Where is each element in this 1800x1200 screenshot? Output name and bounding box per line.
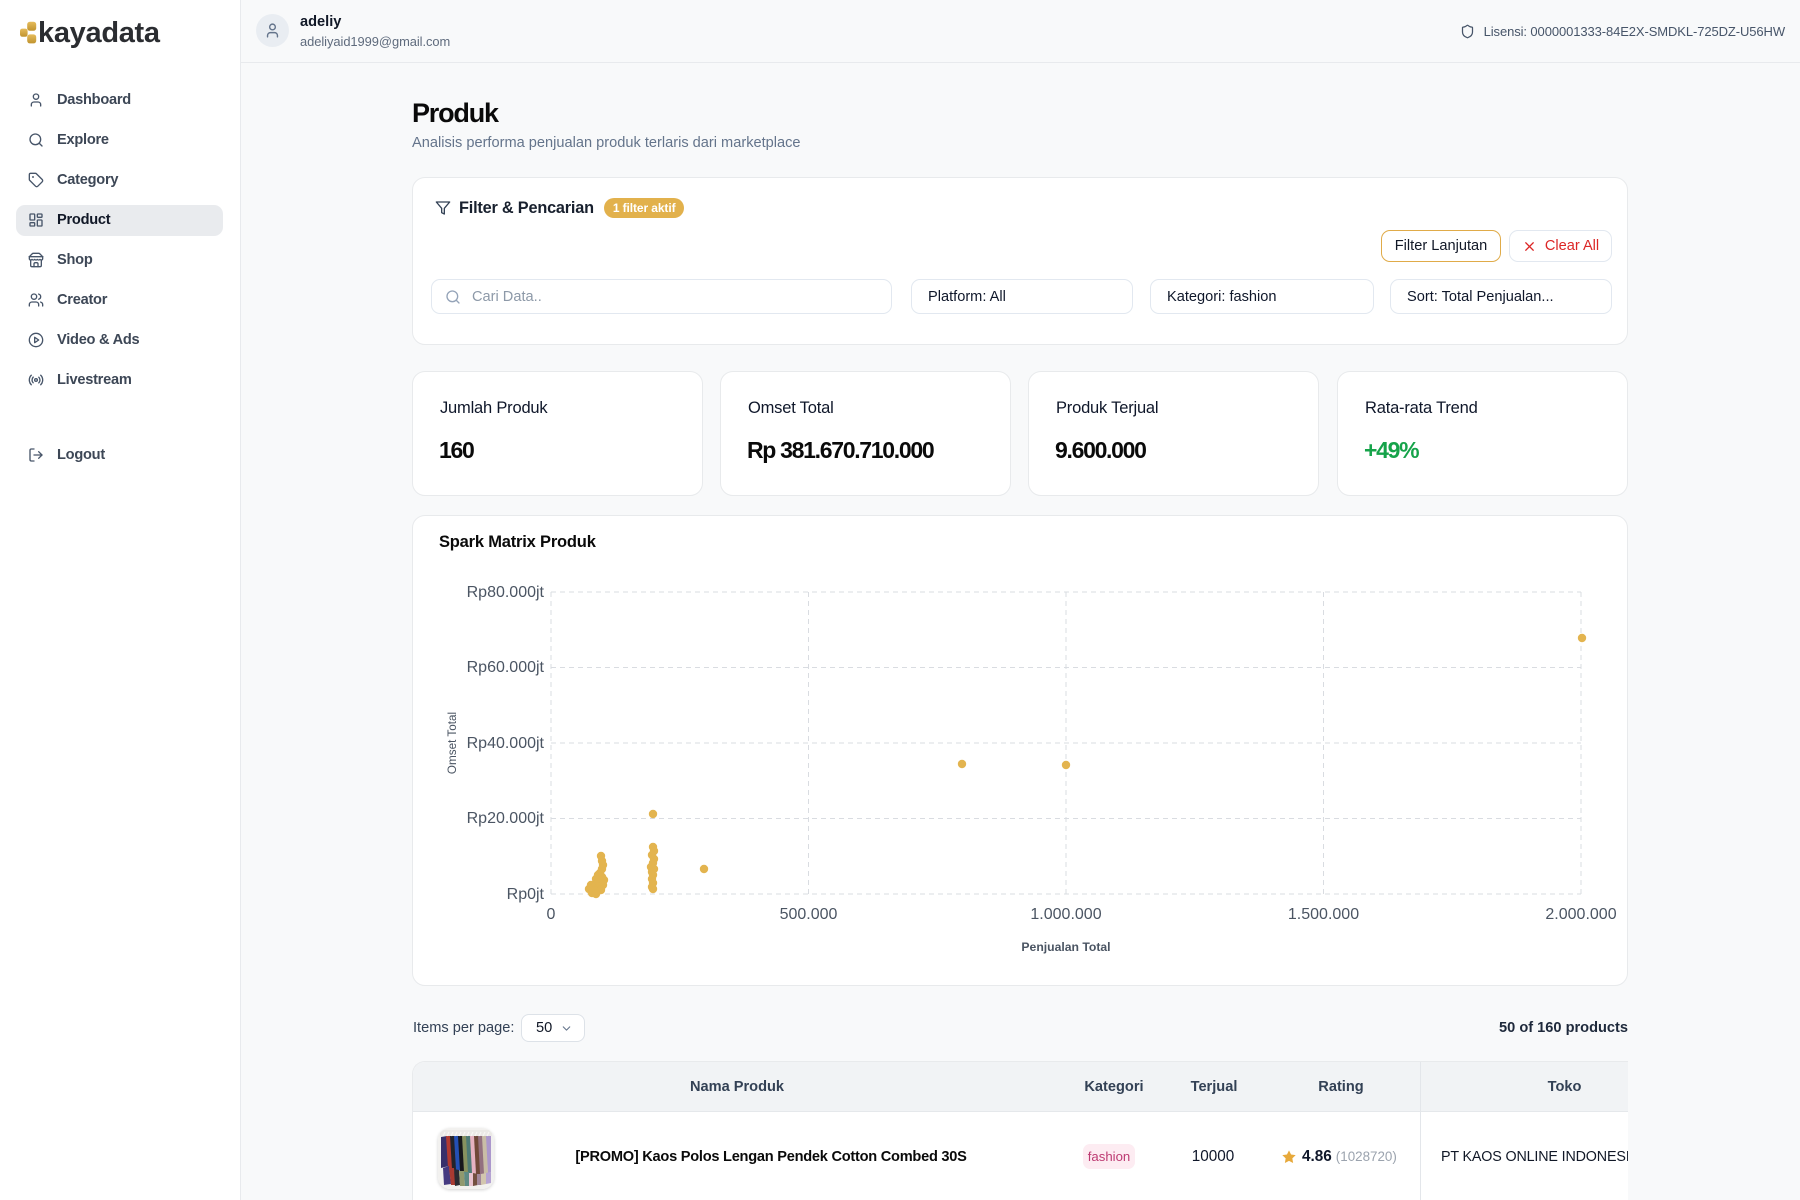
svg-text:Rp60.000jt: Rp60.000jt [467, 659, 545, 676]
svg-text:Rp40.000jt: Rp40.000jt [467, 735, 545, 752]
svg-text:Rp20.000jt: Rp20.000jt [467, 810, 545, 827]
svg-text:0: 0 [547, 906, 556, 923]
svg-text:Omset Total: Omset Total [446, 712, 459, 774]
svg-text:500.000: 500.000 [780, 906, 838, 923]
svg-text:1.000.000: 1.000.000 [1030, 906, 1101, 923]
svg-text:1.500.000: 1.500.000 [1288, 906, 1359, 923]
svg-text:2.000.000: 2.000.000 [1545, 906, 1616, 923]
svg-text:Rp80.000jt: Rp80.000jt [467, 584, 545, 601]
svg-text:Penjualan Total: Penjualan Total [1021, 940, 1110, 954]
svg-text:Rp0jt: Rp0jt [507, 886, 545, 903]
